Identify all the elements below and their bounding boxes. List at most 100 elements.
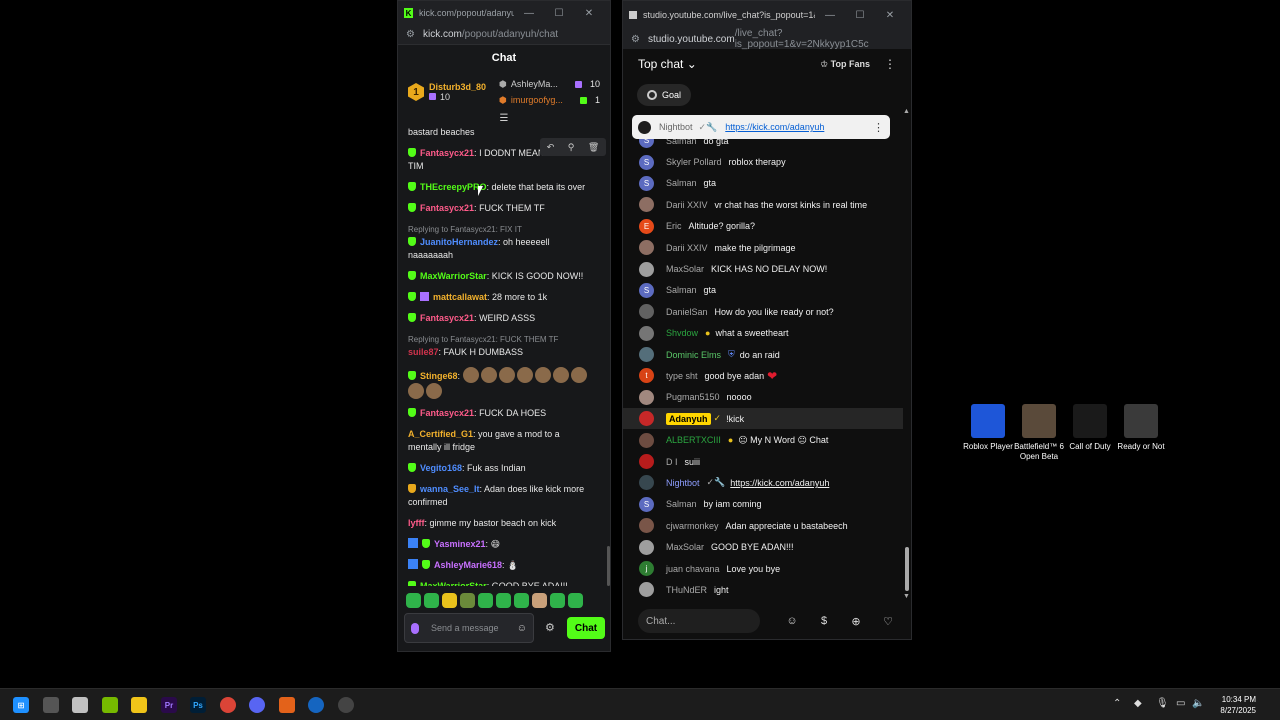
system-clock[interactable]: 10:34 PM 8/27/2025 — [1210, 694, 1256, 716]
author-name[interactable]: cjwarmonkey — [666, 521, 719, 531]
kick-scrollbar[interactable] — [607, 546, 610, 586]
author-name[interactable]: DanielSan — [666, 307, 708, 317]
author-name[interactable]: Nightbot — [666, 478, 700, 488]
author-name[interactable]: juan chavana — [666, 564, 720, 574]
leaderboard-first[interactable]: 1 Disturb3d_80 10 — [408, 71, 493, 113]
desktop-shortcut[interactable]: Battlefield™ 6 Open Beta — [1011, 404, 1067, 462]
avatar[interactable]: S — [639, 154, 654, 170]
leaderboard-third[interactable]: ⬢ imurgoofyg... 1 — [499, 95, 600, 106]
emote-icon[interactable] — [568, 593, 583, 608]
discord-icon[interactable] — [249, 697, 265, 713]
pin-icon[interactable]: ⚲ — [568, 142, 575, 153]
mic-icon[interactable]: 🎙 — [1156, 698, 1169, 709]
scroll-up-icon[interactable]: ▲ — [903, 108, 910, 115]
avatar[interactable] — [639, 389, 654, 405]
author-name[interactable]: ALBERTXCIII — [666, 435, 721, 445]
kick-message-input[interactable]: Send a message ☺ — [404, 613, 534, 643]
author-name[interactable]: Darii XXIV — [666, 243, 708, 253]
avatar[interactable] — [639, 197, 654, 213]
username[interactable]: mattcallawat — [433, 292, 487, 302]
microphone-icon[interactable] — [411, 622, 419, 634]
avatar[interactable]: S — [639, 282, 654, 298]
kick-address-bar[interactable]: ⚙ kick.com/popout/adanyuh/chat — [398, 25, 610, 45]
avatar[interactable]: S — [639, 496, 654, 512]
avatar[interactable]: S — [639, 175, 654, 191]
close-icon[interactable]: ✕ — [574, 8, 604, 19]
username[interactable]: MaxWarriorStar — [420, 581, 487, 586]
maximize-icon[interactable]: ☐ — [544, 8, 574, 19]
volume-icon[interactable]: 🔈 — [1192, 698, 1204, 709]
maximize-icon[interactable]: ☐ — [845, 10, 875, 21]
site-info-icon[interactable]: ⚙ — [631, 34, 640, 45]
more-options-icon[interactable]: ⋮ — [884, 57, 896, 71]
youtube-scrollbar[interactable] — [905, 547, 909, 591]
author-name[interactable]: Salman — [666, 499, 697, 509]
username[interactable]: suile87 — [408, 347, 439, 357]
emoji-icon[interactable]: ☺ — [517, 623, 527, 634]
emote-icon[interactable] — [550, 593, 565, 608]
author-name[interactable]: Skyler Pollard — [666, 157, 722, 167]
nvidia-icon[interactable] — [102, 697, 118, 713]
author-name[interactable]: type sht — [666, 371, 698, 381]
reply-icon[interactable]: ↶ — [547, 142, 555, 153]
avatar[interactable] — [639, 347, 654, 363]
top-chat-dropdown[interactable]: Top chat ⌄ — [638, 57, 820, 71]
author-name[interactable]: Salman — [666, 178, 697, 188]
emote-icon[interactable] — [496, 593, 511, 608]
avatar[interactable]: t — [639, 368, 654, 384]
avatar[interactable] — [639, 539, 654, 555]
username[interactable]: MaxWarriorStar — [420, 271, 487, 281]
avatar[interactable] — [639, 475, 654, 491]
avatar[interactable] — [639, 411, 654, 427]
author-name[interactable]: Dominic Elms — [666, 350, 721, 360]
username[interactable]: Stinge68 — [420, 371, 458, 381]
delete-icon[interactable]: 🗑 — [588, 142, 599, 153]
app-icon[interactable] — [308, 697, 324, 713]
emote-icon[interactable] — [532, 593, 547, 608]
send-chat-button[interactable]: Chat — [567, 617, 605, 639]
avatar[interactable]: E — [639, 218, 654, 234]
avatar[interactable] — [639, 304, 654, 320]
avatar[interactable] — [639, 261, 654, 277]
chrome-icon[interactable] — [220, 697, 236, 713]
file-explorer-icon[interactable] — [131, 697, 147, 713]
chat-settings-icon[interactable]: ⚙ — [545, 621, 555, 634]
emote-icon[interactable] — [460, 593, 475, 608]
tray-icon[interactable]: ◆ — [1134, 698, 1142, 709]
username[interactable]: A_Certified_G1 — [408, 429, 473, 439]
app-icon[interactable] — [338, 697, 354, 713]
scroll-down-icon[interactable]: ▼ — [903, 593, 910, 600]
username[interactable]: AshleyMarie618 — [434, 560, 502, 570]
minimize-icon[interactable]: — — [815, 10, 845, 21]
goal-button[interactable]: Goal — [637, 84, 692, 106]
username[interactable]: Fantasycx21 — [420, 408, 474, 418]
avatar[interactable]: j — [639, 561, 654, 576]
start-icon[interactable]: ⊞ — [13, 697, 29, 713]
desktop-shortcut[interactable]: Ready or Not — [1113, 404, 1169, 452]
author-name[interactable]: Adanyuh — [666, 412, 711, 425]
pinned-link[interactable]: https://kick.com/adanyuh — [725, 122, 873, 132]
emote-icon[interactable] — [406, 593, 421, 608]
username[interactable]: wanna_See_It — [420, 484, 480, 494]
desktop-shortcut[interactable]: Roblox Player — [960, 404, 1016, 452]
author-name[interactable]: Shvdow — [666, 328, 698, 338]
avatar[interactable] — [639, 582, 654, 598]
avatar[interactable] — [639, 454, 654, 470]
author-name[interactable]: MaxSolar — [666, 542, 704, 552]
username[interactable]: Fantasycx21 — [420, 148, 474, 158]
app-icon[interactable] — [72, 697, 88, 713]
app-icon[interactable] — [279, 697, 295, 713]
more-options-icon[interactable]: ⋮ — [873, 121, 884, 134]
emote-icon[interactable] — [424, 593, 439, 608]
author-name[interactable]: MaxSolar — [666, 264, 704, 274]
chevron-up-icon[interactable]: ⌃ — [1113, 698, 1121, 709]
username[interactable]: Yasminex21 — [434, 539, 486, 549]
message-text[interactable]: https://kick.com/adanyuh — [730, 478, 829, 488]
username[interactable]: THEcreepyPRO — [420, 182, 487, 192]
super-chat-icon[interactable]: $ — [816, 613, 832, 629]
top-fans-button[interactable]: ♔ Top Fans — [820, 59, 870, 70]
avatar[interactable] — [639, 518, 654, 534]
avatar[interactable] — [639, 432, 654, 448]
task-view-icon[interactable] — [43, 697, 59, 713]
heart-icon[interactable]: ♡ — [880, 613, 896, 629]
